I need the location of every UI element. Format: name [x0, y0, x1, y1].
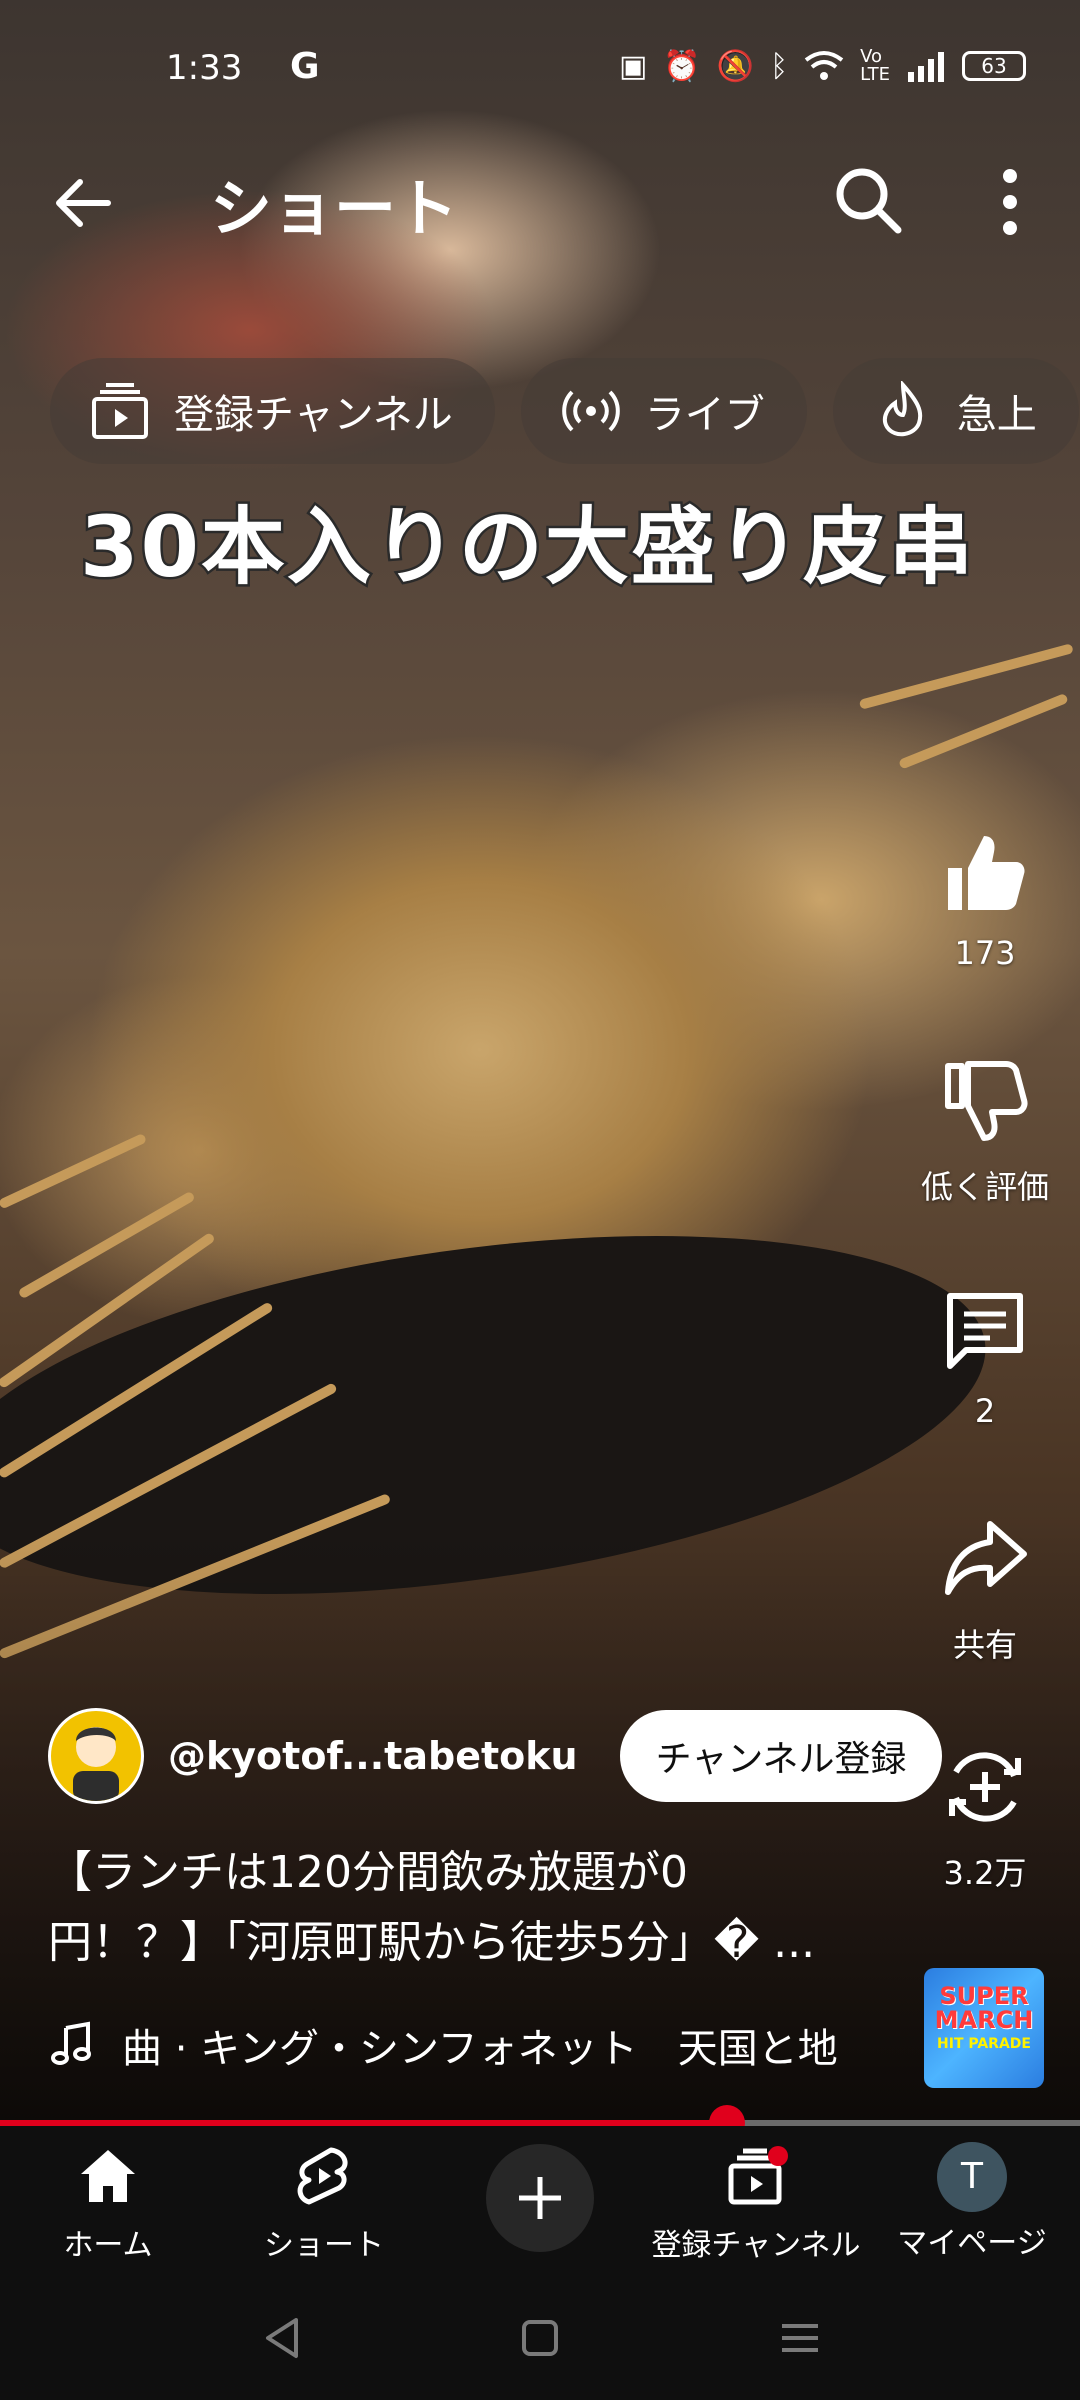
- top-bar: ショート: [0, 150, 1080, 250]
- filter-chips: 登録チャンネル ライブ 急上: [50, 358, 1079, 464]
- like-button[interactable]: 173: [910, 828, 1060, 972]
- shorts-icon: [297, 2147, 348, 2205]
- channel-avatar-image: [73, 1727, 119, 1801]
- comments-button[interactable]: 2: [910, 1286, 1060, 1430]
- video-skewer: [858, 643, 1074, 710]
- search-icon[interactable]: [828, 160, 908, 240]
- like-count: 173: [954, 934, 1016, 972]
- remix-count: 3.2万: [943, 1854, 1027, 1892]
- page-title: ショート: [210, 172, 459, 245]
- mute-icon: 🔕: [716, 48, 755, 84]
- more-vert-icon[interactable]: [980, 162, 1040, 242]
- nav-subscriptions[interactable]: 登録チャンネル: [648, 2126, 864, 2270]
- create-button[interactable]: [486, 2144, 594, 2252]
- system-home-icon[interactable]: [510, 2308, 570, 2368]
- music-thumb-subtitle: HIT PARADE: [937, 2036, 1031, 2052]
- comment-icon: [947, 1293, 1023, 1369]
- status-bar: 1:33 G ▣ ⏰ 🔕 ᛒ Vo LTE 63: [0, 0, 1080, 140]
- video-skewer: [898, 692, 1069, 770]
- signal-icon: [908, 52, 944, 82]
- alarm-icon: ⏰: [663, 48, 701, 84]
- video-title-line2: 円！？】「河原町駅から徒歩5分」� ...: [48, 1917, 816, 1968]
- dislike-label: 低く評価: [920, 1168, 1049, 1206]
- video-plate-shape: [0, 1178, 1008, 1652]
- nfc-icon: ▣: [619, 48, 648, 84]
- thumb-up-icon: [948, 836, 1025, 910]
- share-icon: [945, 1521, 1027, 1595]
- status-time: 1:33: [166, 48, 243, 88]
- chip-subscriptions-label: 登録チャンネル: [174, 392, 453, 438]
- channel-handle[interactable]: @kyotof...tabetoku: [168, 1734, 578, 1778]
- status-icons: ▣ ⏰ 🔕 ᛒ Vo LTE 63: [619, 48, 1026, 84]
- share-label: 共有: [952, 1626, 1017, 1664]
- subscriptions-nav-icon: [728, 2146, 788, 2205]
- chip-subscriptions[interactable]: 登録チャンネル: [50, 358, 495, 464]
- comment-count: 2: [974, 1392, 996, 1430]
- system-recents-icon[interactable]: [770, 2308, 830, 2368]
- battery-icon: 63: [962, 51, 1026, 81]
- video-caption: 30本入りの大盛り皮串: [78, 496, 976, 599]
- nav-home-label: ホーム: [63, 2228, 153, 2263]
- chip-live-label: ライブ: [644, 392, 765, 438]
- plus-icon: [519, 2177, 561, 2219]
- video-skewer: [0, 1132, 148, 1210]
- video-skewer: [17, 1190, 196, 1300]
- system-nav-bar: [0, 2270, 1080, 2400]
- dislike-button[interactable]: 低く評価: [910, 1056, 1060, 1208]
- nav-shorts[interactable]: ショート: [216, 2126, 432, 2270]
- music-text: 曲 · キング・シンフォネット 天国と地: [122, 2026, 838, 2072]
- music-note-icon: [51, 2021, 91, 2065]
- google-icon: G: [290, 46, 320, 87]
- home-icon: [81, 2150, 135, 2202]
- nav-mypage[interactable]: T マイページ: [864, 2126, 1080, 2270]
- music-thumbnail[interactable]: SUPER MARCH HIT PARADE: [924, 1968, 1044, 2088]
- user-avatar: T: [937, 2142, 1007, 2212]
- channel-row: @kyotof...tabetoku チャンネル登録: [48, 1706, 943, 1806]
- system-back-icon[interactable]: [252, 2308, 312, 2368]
- back-arrow-icon[interactable]: [48, 168, 118, 238]
- bluetooth-icon: ᛒ: [770, 48, 789, 84]
- thumb-down-icon: [945, 1061, 1028, 1141]
- share-button[interactable]: 共有: [910, 1514, 1060, 1666]
- remix-icon: [949, 1752, 1021, 1822]
- nav-subscriptions-label: 登録チャンネル: [651, 2228, 861, 2263]
- volte-icon: Vo LTE: [860, 46, 890, 85]
- nav-home[interactable]: ホーム: [0, 2126, 216, 2270]
- music-row[interactable]: 曲 · キング・シンフォネット 天国と地: [48, 2016, 898, 2074]
- channel-avatar[interactable]: [48, 1708, 144, 1804]
- video-title-line1: 【ランチは120分間飲み放題が0: [48, 1847, 688, 1898]
- chip-trending[interactable]: 急上: [832, 358, 1079, 464]
- nav-mypage-label: マイページ: [897, 2226, 1047, 2261]
- subscriptions-icon: [92, 383, 148, 439]
- chip-trending-label: 急上: [956, 392, 1037, 438]
- subscribe-button[interactable]: チャンネル登録: [619, 1710, 943, 1802]
- bottom-nav: ホーム ショート 登録チャンネル T マイページ: [0, 2126, 1080, 2270]
- wifi-icon: [804, 51, 844, 80]
- music-thumb-title: SUPER MARCH: [934, 1982, 1034, 2034]
- video-title[interactable]: 【ランチは120分間飲み放題が0 円！？】「河原町駅から徒歩5分」� ...: [48, 1838, 908, 1978]
- chip-live[interactable]: ライブ: [520, 358, 807, 464]
- live-icon: [562, 390, 620, 432]
- trending-icon: [882, 381, 922, 437]
- nav-shorts-label: ショート: [264, 2228, 384, 2263]
